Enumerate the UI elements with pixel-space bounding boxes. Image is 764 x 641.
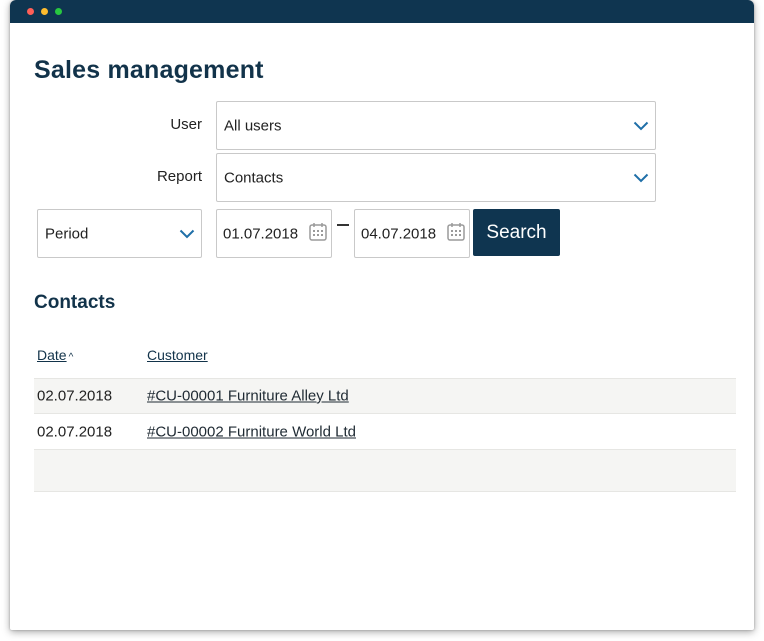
table-row: 02.07.2018 #CU-00001 Furniture Alley Ltd	[34, 378, 736, 414]
contacts-section-title: Contacts	[34, 292, 116, 313]
user-select-value: All users	[224, 117, 282, 134]
column-header-date-label: Date	[37, 347, 67, 363]
close-window-button[interactable]	[27, 8, 34, 15]
customer-link[interactable]: #CU-00001 Furniture Alley Ltd	[147, 388, 349, 405]
report-select-value: Contacts	[224, 169, 284, 186]
search-button[interactable]: Search	[473, 209, 560, 256]
calendar-icon[interactable]	[447, 222, 465, 242]
table-footer-row	[34, 450, 736, 492]
report-label: Report	[156, 168, 202, 185]
chevron-down-icon	[633, 173, 649, 182]
customer-link[interactable]: #CU-00002 Furniture World Ltd	[147, 423, 356, 440]
sort-up-icon: ^	[68, 352, 74, 363]
calendar-icon[interactable]	[309, 222, 327, 242]
user-label: User	[170, 116, 202, 133]
user-select[interactable]: All users	[216, 101, 656, 150]
table-row: 02.07.2018 #CU-00002 Furniture World Ltd	[34, 414, 736, 450]
window-titlebar	[10, 0, 754, 23]
date-from-value: 01.07.2018	[223, 225, 299, 242]
column-header-customer[interactable]: Customer	[147, 347, 208, 363]
minimize-window-button[interactable]	[41, 8, 48, 15]
row-date: 02.07.2018	[37, 423, 113, 440]
period-select-value: Period	[45, 225, 89, 242]
app-window: Sales management User All users Report C…	[10, 0, 754, 630]
page-title: Sales management	[34, 56, 264, 84]
chevron-down-icon	[179, 229, 195, 238]
chevron-down-icon	[633, 121, 649, 130]
date-from-input[interactable]: 01.07.2018	[216, 209, 332, 258]
column-header-date[interactable]: Date ^	[37, 347, 73, 363]
date-range-separator	[337, 224, 349, 226]
row-date: 02.07.2018	[37, 387, 113, 405]
maximize-window-button[interactable]	[55, 8, 62, 15]
report-select[interactable]: Contacts	[216, 153, 656, 202]
period-select[interactable]: Period	[37, 209, 202, 258]
date-to-input[interactable]: 04.07.2018	[354, 209, 470, 258]
date-to-value: 04.07.2018	[361, 225, 437, 242]
